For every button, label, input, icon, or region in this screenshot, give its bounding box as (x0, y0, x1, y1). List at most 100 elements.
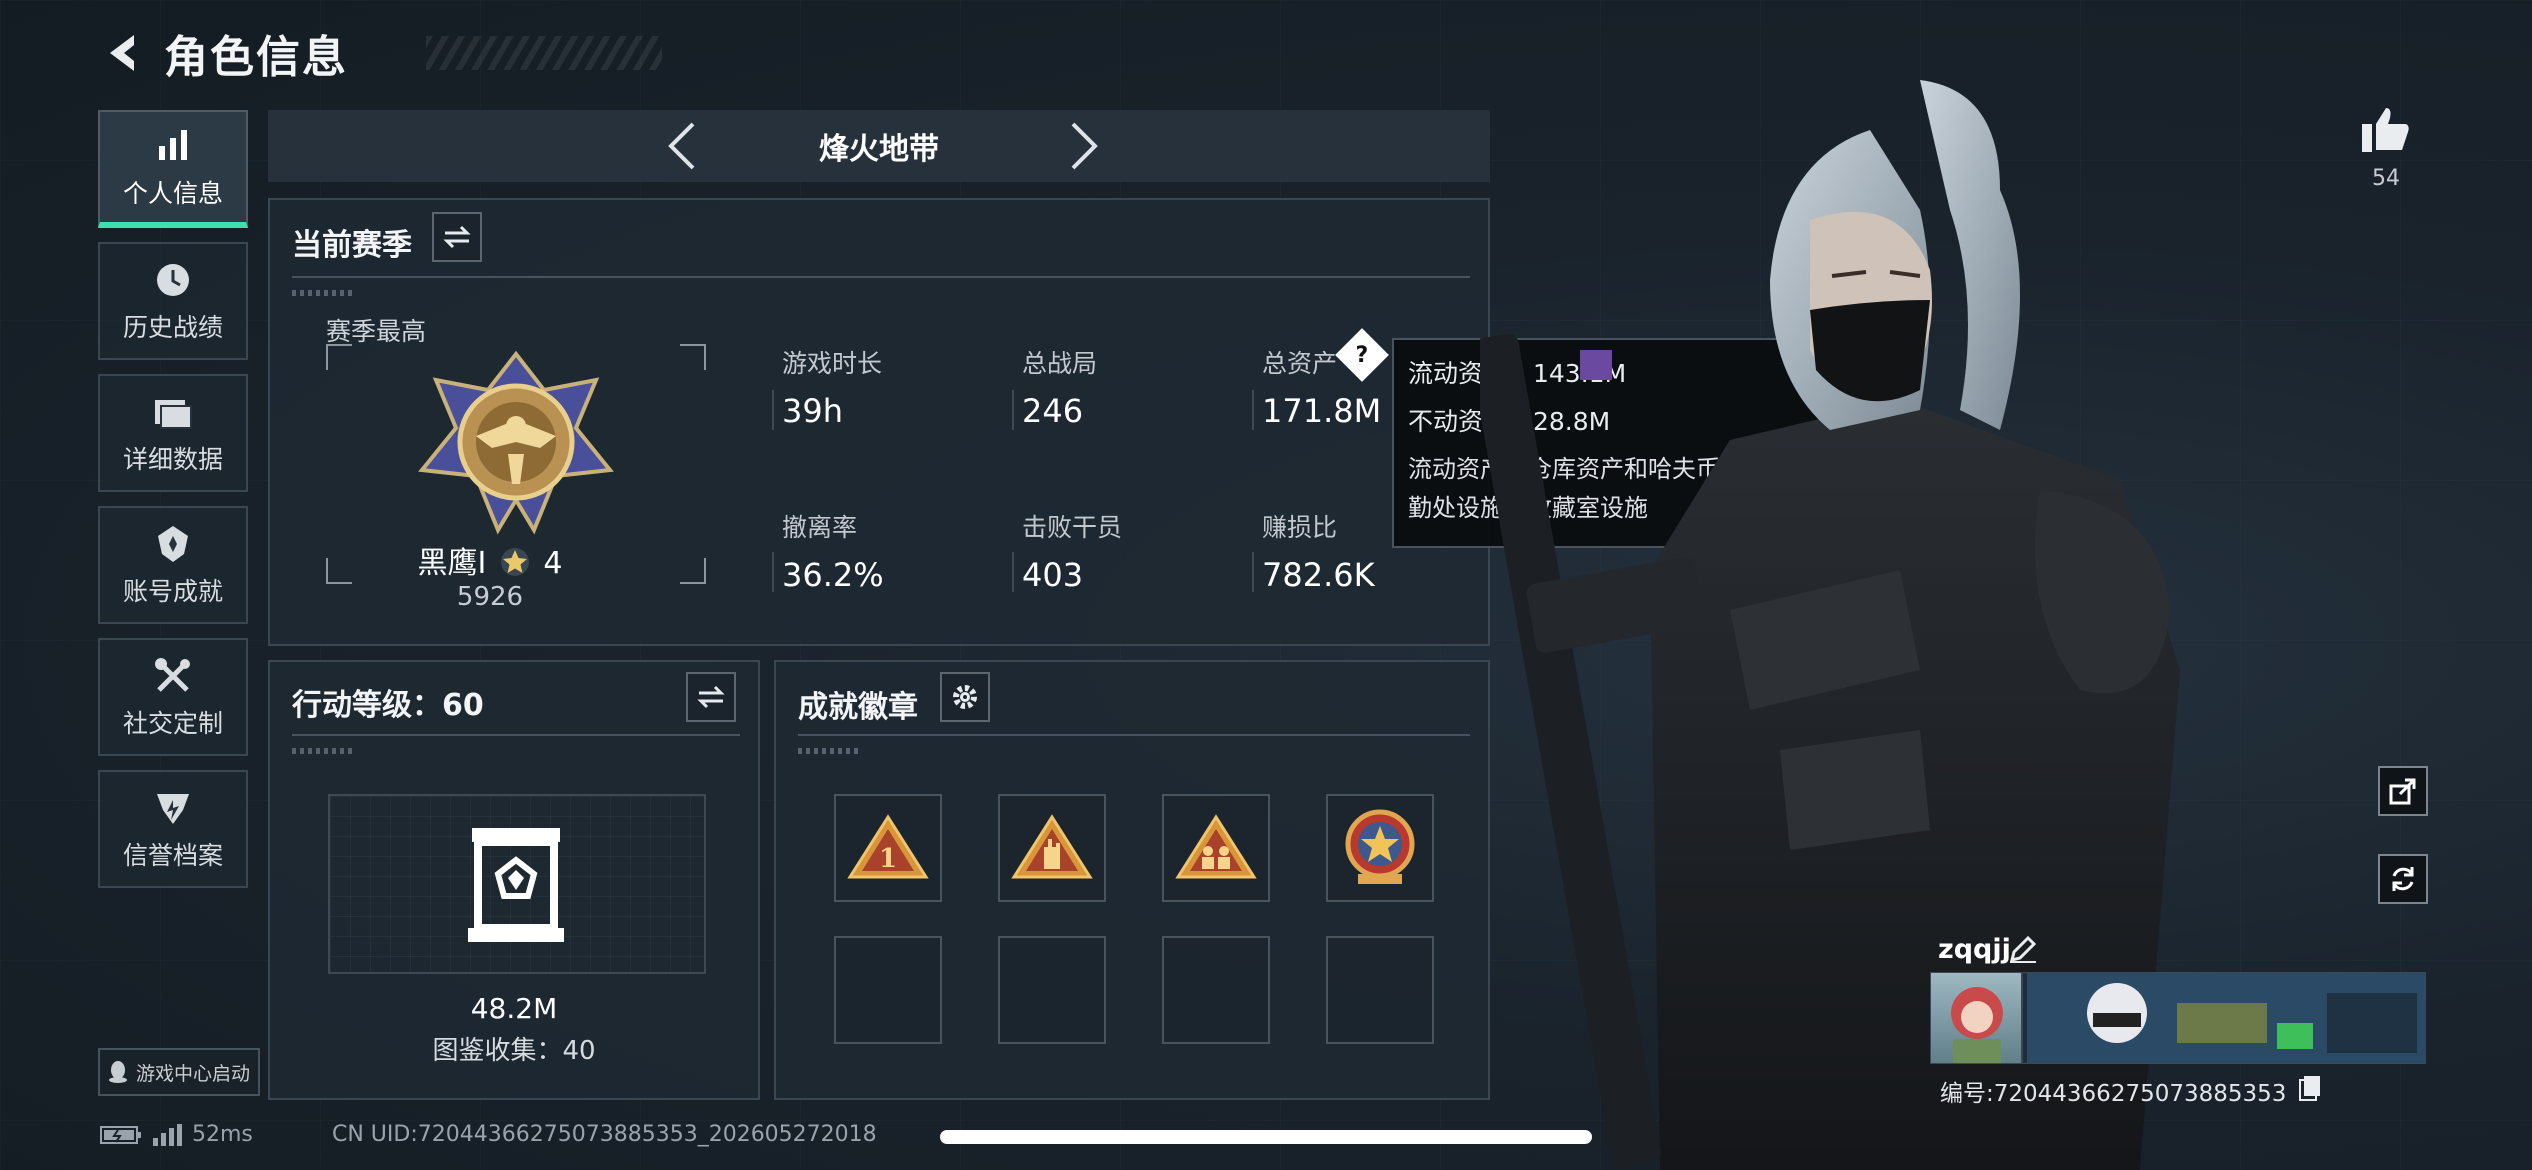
stat-divider (772, 552, 774, 592)
stat-operators-defeated: 击败干员 403 (1022, 508, 1122, 594)
stat-play-time: 游戏时长 39h (782, 344, 882, 430)
thumbs-up-icon (2362, 108, 2409, 152)
banner-artwork-icon (2027, 973, 2425, 1063)
stat-divider (1012, 390, 1014, 430)
copy-icon[interactable] (2298, 1074, 2322, 1102)
stat-profit-loss-ratio: 赚损比 782.6K (1262, 508, 1375, 594)
divider-mark (798, 748, 862, 754)
stat-total-matches: 总战局 246 (1022, 344, 1097, 430)
sidebar-item-details[interactable]: 详细数据 (98, 374, 248, 492)
page-title: 角色信息 (164, 32, 348, 83)
player-card-banner[interactable] (1930, 972, 2426, 1064)
stat-label: 游戏时长 (782, 349, 883, 378)
stat-value: 403 (1022, 556, 1084, 594)
badge-hand[interactable] (998, 794, 1106, 902)
mode-title: 烽火地带 (819, 132, 939, 167)
sidebar-item-achievements[interactable]: 账号成就 (98, 506, 248, 624)
stat-label: 总战局 (1022, 349, 1098, 378)
avatar (1931, 973, 2023, 1063)
qq-icon (108, 1061, 127, 1083)
edit-pencil-icon[interactable] (2008, 934, 2038, 964)
vault-value: 48.2M (470, 992, 558, 1025)
season-best-label: 赛季最高 (326, 317, 427, 346)
svg-text:1: 1 (879, 844, 897, 874)
frame-corner (680, 344, 706, 370)
stat-extraction-rate: 撤离率 36.2% (782, 508, 884, 594)
stat-value: 246 (1022, 392, 1084, 430)
sidebar-item-label: 信誉档案 (122, 841, 223, 870)
sidebar-item-history[interactable]: 历史战绩 (98, 242, 248, 360)
black-hawk-rank-emblem-icon (418, 350, 614, 535)
folder-icon (151, 390, 195, 434)
badge-empty-slot[interactable] (1326, 936, 1434, 1044)
mode-next-arrow-icon[interactable] (1058, 120, 1110, 172)
title-decoration (426, 36, 662, 70)
first-place-badge-icon: 1 (847, 814, 929, 879)
sidebar: 个人信息 历史战绩 详细数据 账号成就 社交定制 信誉档案 (98, 110, 248, 902)
badge-empty-slot[interactable] (998, 936, 1106, 1044)
swap-icon (697, 685, 725, 709)
mode-selector: 烽火地带 (268, 110, 1490, 182)
sidebar-item-label: 详细数据 (122, 445, 223, 474)
stat-label: 击败干员 (1022, 513, 1123, 542)
status-bar: 52ms (100, 1122, 253, 1147)
rank-stars: 4 (543, 546, 563, 581)
star-medal-badge-icon (1345, 809, 1415, 884)
collection-count: 图鉴收集：40 (432, 1036, 596, 1066)
share-button[interactable] (2378, 766, 2428, 816)
player-name: zqqjj (1938, 934, 2011, 965)
hand-badge-icon (1011, 814, 1093, 879)
sidebar-item-social[interactable]: 社交定制 (98, 638, 248, 756)
stat-divider (1252, 390, 1254, 430)
badge-star[interactable] (1326, 794, 1434, 902)
stat-label: 赚损比 (1262, 513, 1338, 542)
rank-score: 5926 (456, 582, 524, 612)
star-icon (500, 548, 529, 576)
share-icon (2389, 778, 2416, 805)
badge-squad[interactable] (1162, 794, 1270, 902)
ping-value: 52ms (192, 1122, 253, 1147)
clock-icon (151, 258, 195, 302)
game-center-launch-button[interactable]: 游戏中心启动 (98, 1048, 260, 1096)
divider (798, 734, 1470, 736)
avatar-portrait-icon (1951, 987, 2003, 1063)
stat-divider (772, 390, 774, 430)
cn-uid: CN UID:72044366275073885353_202605272018 (332, 1122, 877, 1147)
sidebar-item-label: 社交定制 (122, 709, 223, 738)
stat-value: 36.2% (782, 556, 884, 594)
sidebar-item-label: 历史战绩 (122, 313, 223, 342)
season-panel: 当前赛季 赛季最高 黑鹰I 4 5926 游戏时长 39h 总战局 246 总资… (268, 198, 1490, 646)
squad-badge-icon (1175, 814, 1257, 879)
divider (292, 734, 740, 736)
mode-prev-arrow-icon[interactable] (656, 120, 708, 172)
battery-icon (100, 1125, 141, 1144)
like-button[interactable]: 54 (2356, 104, 2416, 191)
stat-divider (1012, 552, 1014, 592)
sidebar-item-reputation[interactable]: 信誉档案 (98, 770, 248, 888)
divider-mark (292, 290, 356, 296)
signal-icon (153, 1123, 182, 1146)
back-arrow-icon[interactable] (96, 25, 152, 81)
sidebar-item-profile[interactable]: 个人信息 (98, 110, 248, 228)
level-panel: 行动等级：60 48.2M 图鉴收集：40 (268, 660, 760, 1100)
badges-panel: 成就徽章 1 (774, 660, 1490, 1100)
refresh-button[interactable] (2378, 854, 2428, 904)
header: 角色信息 (96, 22, 662, 84)
badge-empty-slot[interactable] (834, 936, 942, 1044)
stat-divider (1252, 552, 1254, 592)
frame-corner (680, 558, 706, 584)
stat-value: 39h (782, 392, 843, 430)
reputation-icon (151, 786, 195, 830)
badge-first-place[interactable]: 1 (834, 794, 942, 902)
refresh-icon (2392, 867, 2414, 891)
stat-value: 171.8M (1262, 392, 1382, 430)
home-indicator[interactable] (940, 1130, 1592, 1144)
badge-empty-slot[interactable] (1162, 936, 1270, 1044)
level-switch-button[interactable] (686, 672, 736, 722)
player-id: 编号:72044366275073885353 (1940, 1081, 2287, 1107)
vault-display-icon (468, 828, 564, 942)
divider (292, 276, 1470, 278)
divider-mark (292, 748, 356, 754)
season-switch-button[interactable] (432, 212, 482, 262)
badges-settings-button[interactable] (940, 672, 990, 722)
